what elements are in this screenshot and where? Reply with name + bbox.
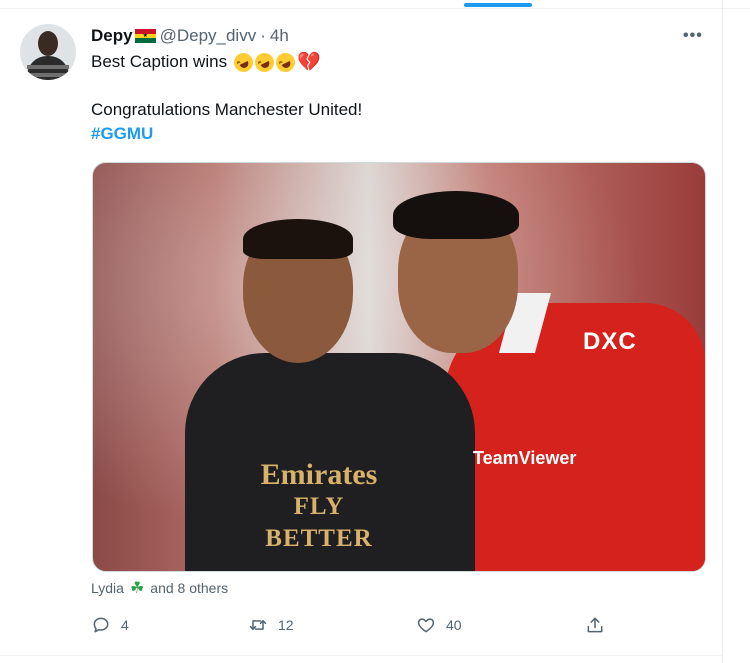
user-handle[interactable]: @Depy_divv	[160, 26, 257, 46]
top-border	[0, 0, 750, 9]
tweet-actions: 4 12 40	[91, 614, 621, 636]
share-button[interactable]	[585, 614, 605, 636]
clover-icon: ☘	[129, 580, 145, 597]
like-button[interactable]: 40	[416, 614, 462, 636]
separator-dot: ·	[260, 26, 266, 45]
retweet-button[interactable]: 12	[248, 614, 294, 636]
display-name[interactable]: Depy	[91, 26, 133, 46]
shirt-sponsor: Emirates FLY BETTER	[239, 459, 399, 555]
ghana-flag-icon: ★	[134, 29, 156, 43]
caption-text: Best Caption wins	[91, 52, 228, 71]
laughing-emoji-icon	[251, 49, 278, 75]
tweet-photo[interactable]: Emirates FLY BETTER DXC TeamViewer	[92, 162, 706, 572]
laughing-emoji-icon	[230, 49, 257, 75]
timeline-border	[722, 0, 723, 663]
tweet-text-line1: Best Caption wins 💔	[91, 49, 321, 75]
retweet-count: 12	[278, 617, 294, 633]
active-tab-indicator	[464, 3, 532, 7]
more-options-icon[interactable]: •••	[683, 27, 703, 45]
liker-name[interactable]: Lydia	[91, 580, 124, 596]
like-count: 40	[446, 617, 462, 633]
laughing-emoji-icon	[272, 49, 299, 75]
shirt-sponsor-teamviewer: TeamViewer	[473, 448, 577, 468]
avatar[interactable]	[20, 24, 76, 80]
tweet-header: Depy ★ @Depy_divv · 4h	[91, 25, 289, 47]
sponsor-line1: Emirates	[260, 458, 378, 491]
timestamp[interactable]: 4h	[270, 26, 289, 46]
tweet-text-line2: Congratulations Manchester United!	[91, 100, 363, 119]
hashtag-link[interactable]: #GGMU	[91, 124, 153, 144]
shirt-sponsor-dxc: DXC	[583, 328, 637, 355]
reply-icon	[93, 617, 109, 633]
broken-heart-icon: 💔	[297, 51, 321, 73]
likers-others[interactable]: and 8 others	[150, 580, 228, 596]
reply-count: 4	[121, 617, 129, 633]
heart-icon	[417, 618, 435, 633]
liked-by[interactable]: Lydia ☘ and 8 others	[91, 578, 228, 598]
sponsor-line2: FLY BETTER	[265, 493, 373, 552]
reply-button[interactable]: 4	[91, 614, 129, 636]
retweet-icon	[249, 620, 267, 630]
share-icon	[587, 617, 603, 633]
tweet-divider	[0, 655, 722, 656]
